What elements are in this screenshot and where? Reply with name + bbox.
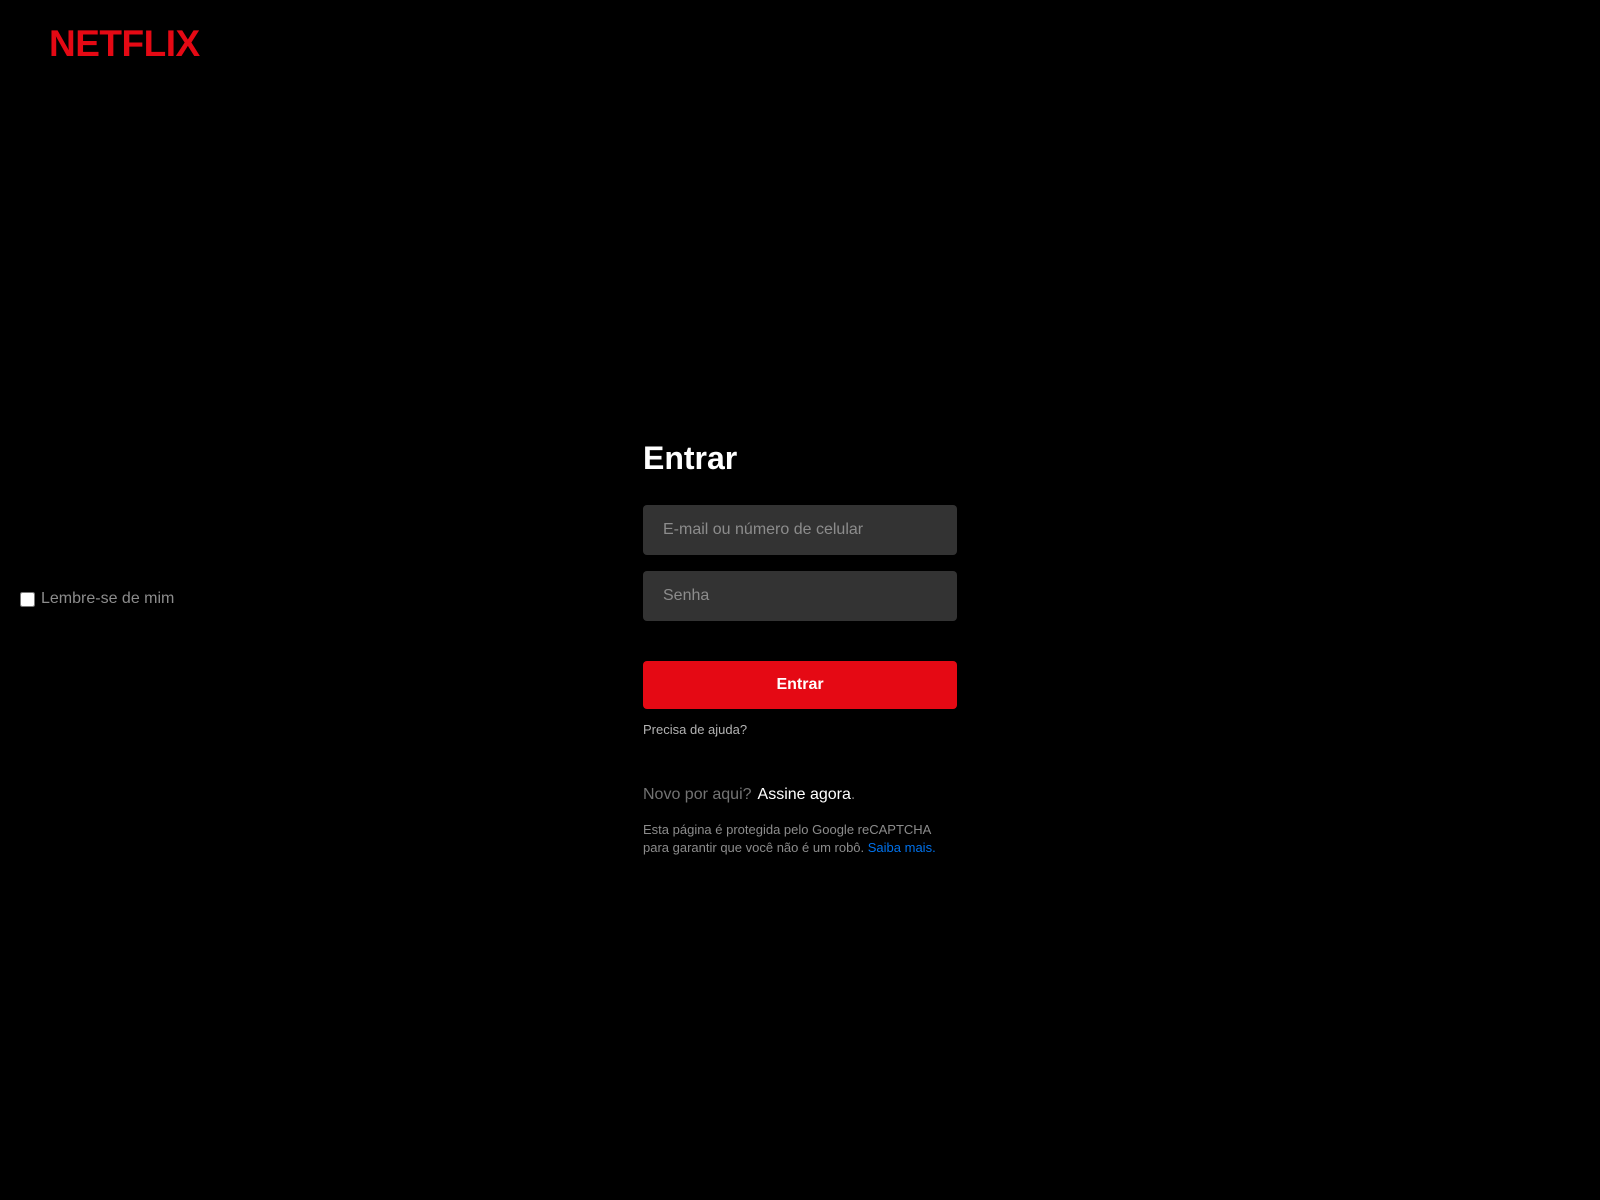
netflix-logo[interactable]: NETFLIX bbox=[49, 22, 200, 66]
signup-prompt: Novo por aqui? bbox=[643, 785, 752, 803]
recaptcha-notice: Esta página é protegida pelo Google reCA… bbox=[643, 821, 957, 857]
signup-line: Novo por aqui? Assine agora. bbox=[643, 786, 957, 804]
help-link[interactable]: Precisa de ajuda? bbox=[643, 722, 747, 737]
login-form: Entrar Entrar Precisa de ajuda? Novo por… bbox=[643, 440, 957, 857]
remember-me[interactable]: Lembre-se de mim bbox=[20, 590, 174, 608]
sign-in-button[interactable]: Entrar bbox=[643, 660, 957, 709]
remember-me-checkbox[interactable] bbox=[20, 591, 35, 607]
remember-me-label: Lembre-se de mim bbox=[41, 590, 175, 607]
email-input[interactable] bbox=[643, 504, 957, 555]
signup-link[interactable]: Assine agora bbox=[758, 786, 851, 803]
login-page: NETFLIX Lembre-se de mim Entrar Entrar P… bbox=[0, 0, 1600, 1200]
signup-suffix: . bbox=[850, 785, 856, 803]
password-input[interactable] bbox=[643, 570, 957, 621]
page-title: Entrar bbox=[643, 440, 738, 476]
learn-more-link[interactable]: Saiba mais. bbox=[868, 840, 936, 855]
